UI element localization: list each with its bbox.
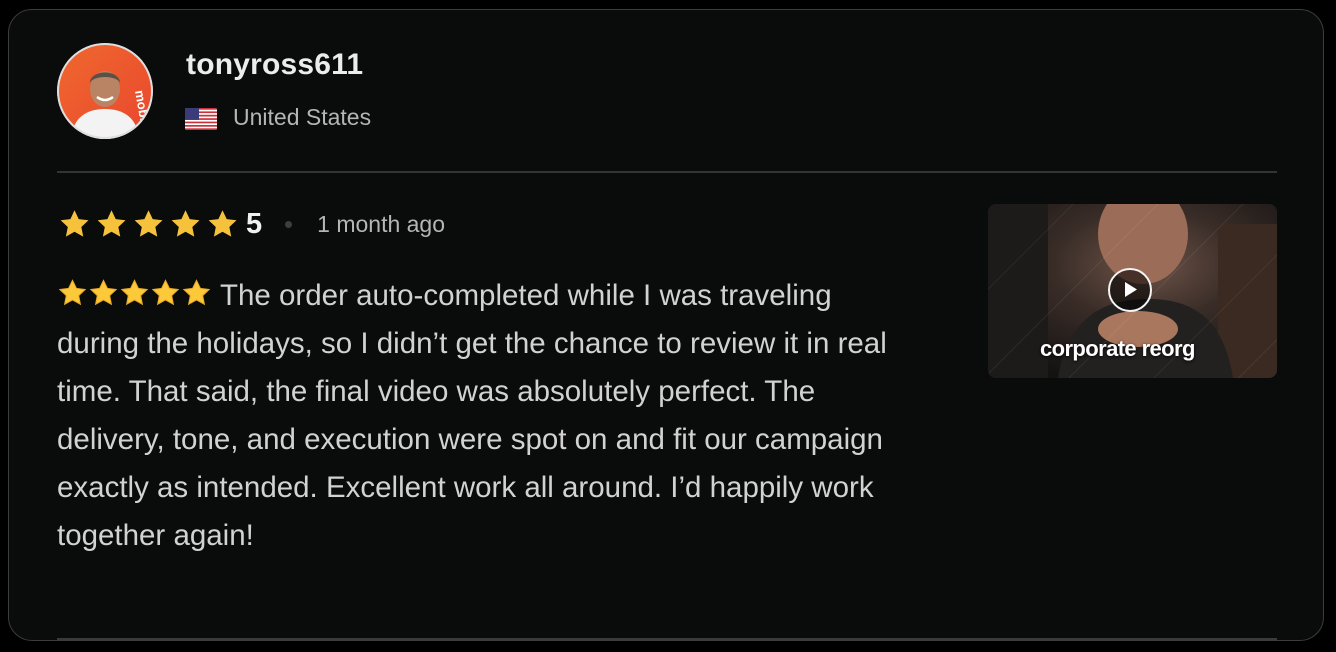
star-emoji-icon bbox=[89, 279, 118, 306]
star-icon bbox=[208, 209, 237, 237]
star-icon bbox=[171, 209, 200, 237]
reviewer-username[interactable]: tonyross611 bbox=[186, 48, 363, 82]
play-button[interactable] bbox=[1108, 268, 1152, 312]
star-rating bbox=[57, 207, 240, 242]
star-emoji-icon bbox=[58, 279, 87, 306]
star-icon bbox=[97, 209, 126, 237]
star-icon bbox=[134, 209, 163, 237]
star-emoji-icon bbox=[120, 279, 149, 306]
star-emoji-icon bbox=[182, 279, 211, 306]
play-icon bbox=[1125, 282, 1137, 297]
star-icon bbox=[60, 209, 89, 237]
video-attachment[interactable]: corporate reorg bbox=[988, 204, 1277, 378]
header-divider bbox=[57, 171, 1277, 173]
separator-dot bbox=[285, 220, 293, 228]
reviewer-avatar[interactable]: mobility bbox=[57, 43, 153, 139]
review-body: The order auto-completed while I was tra… bbox=[57, 272, 917, 560]
rating-value: 5 bbox=[246, 207, 263, 240]
star-emoji-row bbox=[57, 278, 212, 309]
review-text: The order auto-completed while I was tra… bbox=[57, 279, 887, 552]
reviewer-country: United States bbox=[233, 104, 372, 130]
footer-divider bbox=[57, 638, 1277, 640]
star-emoji-icon bbox=[151, 279, 180, 306]
us-flag-icon bbox=[185, 108, 217, 130]
video-caption: corporate reorg bbox=[1040, 336, 1195, 361]
review-time: 1 month ago bbox=[317, 210, 446, 237]
rating-row: 5 1 month ago bbox=[57, 203, 445, 245]
review-card: mobility tonyross611 United States 5 1 m… bbox=[8, 9, 1324, 641]
